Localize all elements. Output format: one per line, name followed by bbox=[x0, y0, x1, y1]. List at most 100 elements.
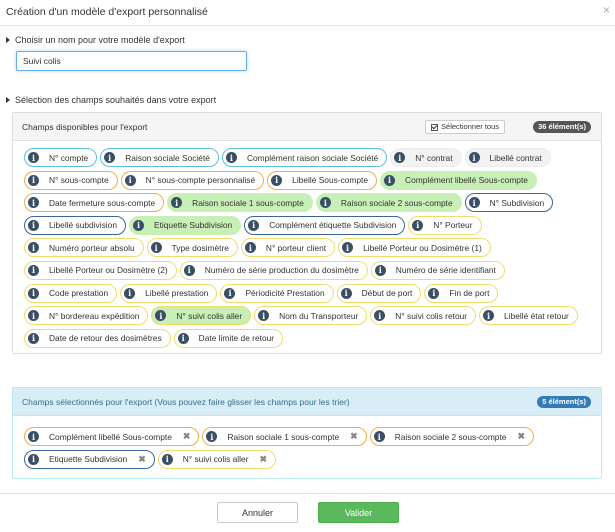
info-icon[interactable]: i bbox=[248, 219, 260, 231]
selected-field-pill[interactable]: i Raison sociale 1 sous-compte ✖ bbox=[202, 427, 367, 446]
available-field-pill[interactable]: i Libellé subdivision bbox=[24, 215, 126, 235]
info-icon[interactable]: i bbox=[28, 152, 39, 163]
available-field-pill[interactable]: i Date limite de retour bbox=[173, 328, 284, 348]
available-field-pill[interactable]: i Libellé prestation bbox=[120, 283, 218, 303]
available-field-pill[interactable]: i Nom du Transporteur bbox=[254, 306, 368, 326]
field-label: Raison sociale 2 sous-compte bbox=[394, 431, 507, 442]
info-icon[interactable]: i bbox=[155, 310, 167, 322]
field-label: Date de retour des dosimètres bbox=[49, 333, 162, 344]
remove-icon[interactable]: ✖ bbox=[517, 431, 525, 442]
validate-button[interactable]: Valider bbox=[318, 502, 399, 523]
name-section-label: Choisir un nom pour votre modèle d'expor… bbox=[6, 35, 185, 45]
info-icon[interactable]: i bbox=[150, 242, 162, 254]
info-icon[interactable]: i bbox=[28, 197, 39, 209]
info-icon[interactable]: i bbox=[412, 219, 424, 231]
remove-icon[interactable]: ✖ bbox=[183, 431, 191, 442]
available-field-pill[interactable]: i N° porteur client bbox=[240, 238, 336, 258]
info-icon[interactable]: i bbox=[342, 242, 354, 254]
info-icon[interactable]: i bbox=[183, 264, 195, 276]
available-field-pill[interactable]: i Début de port bbox=[336, 283, 422, 303]
available-field-pill[interactable]: i Numéro porteur absolu bbox=[24, 238, 144, 258]
selected-field-pill[interactable]: i Raison sociale 2 sous-compte ✖ bbox=[369, 427, 534, 446]
available-field-pill[interactable]: i Complément étiquette Subdivision bbox=[244, 215, 406, 235]
available-field-pill[interactable]: i N° Porteur bbox=[408, 215, 482, 235]
available-fields-panel: Champs disponibles pour l'export Sélecti… bbox=[12, 112, 602, 354]
available-field-pill[interactable]: i Raison sociale Société bbox=[100, 148, 219, 167]
info-icon[interactable]: i bbox=[244, 242, 256, 254]
info-icon[interactable]: i bbox=[28, 264, 39, 276]
info-icon[interactable]: i bbox=[161, 453, 173, 465]
selected-field-pill[interactable]: i Etiquette Subdivision ✖ bbox=[24, 449, 155, 469]
template-name-input[interactable] bbox=[16, 51, 247, 71]
available-field-pill[interactable]: i Numéro de série identifiant bbox=[370, 260, 505, 280]
selected-field-pill[interactable]: i Complément libellé Sous-compte ✖ bbox=[24, 427, 200, 446]
available-field-pill[interactable]: i Date fermeture sous-compte bbox=[24, 193, 165, 213]
info-icon[interactable]: i bbox=[468, 152, 480, 163]
remove-icon[interactable]: ✖ bbox=[350, 431, 358, 442]
info-icon[interactable]: i bbox=[124, 287, 136, 299]
info-icon[interactable]: i bbox=[28, 287, 39, 299]
available-field-pill[interactable]: i Code prestation bbox=[24, 283, 118, 303]
info-icon[interactable]: i bbox=[104, 152, 116, 163]
info-icon[interactable]: i bbox=[28, 332, 39, 344]
remove-icon[interactable]: ✖ bbox=[138, 454, 146, 465]
info-icon[interactable]: i bbox=[483, 310, 495, 322]
available-count-badge: 36 élément(s) bbox=[533, 121, 591, 133]
available-field-pill[interactable]: i N° Subdivision bbox=[464, 193, 554, 213]
close-icon[interactable]: × bbox=[603, 3, 610, 17]
info-icon[interactable]: i bbox=[28, 219, 39, 231]
cancel-button[interactable]: Annuler bbox=[217, 502, 298, 523]
info-icon[interactable]: i bbox=[28, 174, 39, 186]
available-field-pill[interactable]: i Libellé Porteur ou Dosimètre (1) bbox=[338, 238, 491, 258]
info-icon[interactable]: i bbox=[124, 174, 136, 186]
info-icon[interactable]: i bbox=[468, 197, 480, 209]
info-icon[interactable]: i bbox=[271, 174, 283, 186]
info-icon[interactable]: i bbox=[171, 197, 183, 209]
info-icon[interactable]: i bbox=[28, 242, 39, 254]
available-field-pill[interactable]: i Numéro de série production du dosimètre bbox=[179, 260, 368, 280]
info-icon[interactable]: i bbox=[206, 431, 218, 442]
available-field-pill[interactable]: i Complément libellé Sous-compte bbox=[380, 170, 537, 190]
available-field-pill[interactable]: i Libellé contrat bbox=[464, 148, 551, 167]
available-field-pill[interactable]: i Etiquette Subdivision bbox=[128, 215, 242, 235]
available-field-pill[interactable]: i Libellé Porteur ou Dosimètre (2) bbox=[24, 260, 177, 280]
available-field-pill[interactable]: i N° suivi colis retour bbox=[370, 306, 477, 326]
info-icon[interactable]: i bbox=[28, 453, 39, 465]
available-field-pill[interactable]: i Libellé état retour bbox=[479, 306, 578, 326]
available-field-pill[interactable]: i Complément raison sociale Société bbox=[221, 148, 388, 167]
available-field-pill[interactable]: i N° compte bbox=[24, 148, 98, 167]
available-field-pill[interactable]: i Fin de port bbox=[424, 283, 499, 303]
available-field-pill[interactable]: i Raison sociale 1 sous-compte bbox=[167, 193, 313, 213]
available-field-pill[interactable]: i N° bordereau expédition bbox=[24, 306, 149, 326]
info-icon[interactable]: i bbox=[394, 152, 406, 163]
info-icon[interactable]: i bbox=[28, 431, 39, 442]
info-icon[interactable]: i bbox=[428, 287, 440, 299]
info-icon[interactable]: i bbox=[373, 431, 385, 442]
info-icon[interactable]: i bbox=[225, 152, 237, 163]
available-field-pill[interactable]: i Date de retour des dosimètres bbox=[24, 328, 171, 348]
available-field-pill[interactable]: i N° sous-compte bbox=[24, 170, 118, 190]
available-field-pill[interactable]: i Raison sociale 2 sous-compte bbox=[315, 193, 462, 213]
remove-icon[interactable]: ✖ bbox=[259, 454, 267, 465]
selected-field-pill[interactable]: i N° suivi colis aller ✖ bbox=[157, 449, 277, 469]
info-icon[interactable]: i bbox=[319, 197, 331, 209]
info-icon[interactable]: i bbox=[258, 310, 270, 322]
info-icon[interactable]: i bbox=[224, 287, 236, 299]
info-icon[interactable]: i bbox=[177, 332, 189, 344]
available-field-pill[interactable]: i Type dosimètre bbox=[146, 238, 238, 258]
info-icon[interactable]: i bbox=[374, 264, 386, 276]
available-field-pill[interactable]: i N° suivi colis aller bbox=[151, 306, 252, 326]
select-all-button[interactable]: Sélectionner tous bbox=[425, 120, 505, 134]
info-icon[interactable]: i bbox=[384, 174, 396, 186]
info-icon[interactable]: i bbox=[374, 310, 386, 322]
info-icon[interactable]: i bbox=[340, 287, 352, 299]
field-label: Raison sociale 1 sous-compte bbox=[192, 197, 304, 208]
field-label: N° Subdivision bbox=[489, 197, 545, 208]
available-field-pill[interactable]: i Périodicité Prestation bbox=[220, 283, 334, 303]
available-field-pill[interactable]: i N° contrat bbox=[390, 148, 462, 167]
info-icon[interactable]: i bbox=[132, 219, 144, 231]
info-icon[interactable]: i bbox=[28, 310, 39, 322]
available-field-pill[interactable]: i Libellé Sous-compte bbox=[267, 170, 378, 190]
field-label: N° sous-compte personnalisé bbox=[145, 175, 256, 186]
available-field-pill[interactable]: i N° sous-compte personnalisé bbox=[120, 170, 265, 190]
